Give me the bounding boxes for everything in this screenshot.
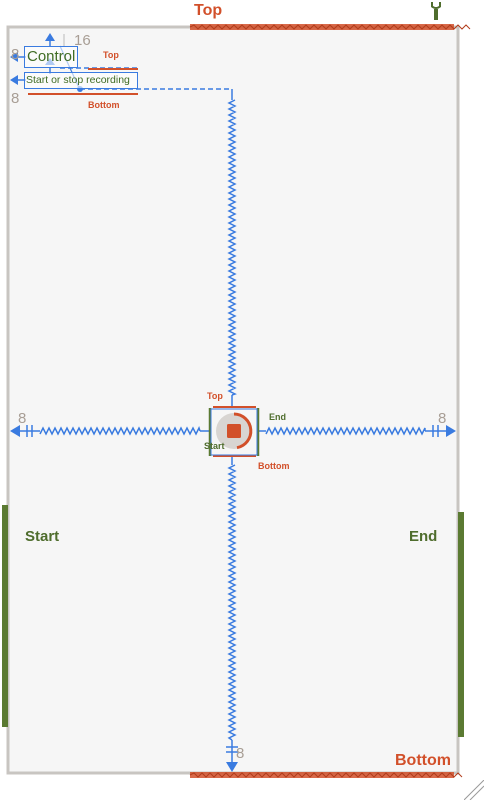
leading-spacing-value: 8: [18, 410, 27, 427]
end-edge-label: End: [409, 528, 438, 545]
bottom-edge-label: Bottom: [395, 752, 451, 769]
title-top-tag: Top: [103, 50, 119, 60]
subtitle-label[interactable]: Start or stop recording: [24, 72, 138, 89]
title-label[interactable]: Control: [24, 46, 79, 68]
right-edge-bar[interactable]: [458, 512, 464, 737]
spacing-left-lower-value: 8: [11, 90, 20, 107]
spacing-left-value: 8: [11, 46, 20, 63]
spacing-top-value: 16: [74, 32, 91, 49]
start-edge-label: Start: [25, 528, 60, 545]
record-bottom-tag: Bottom: [258, 461, 290, 471]
resize-grip-icon[interactable]: [464, 780, 484, 800]
layout-canvas-svg: [2, 24, 471, 778]
record-top-tag: Top: [207, 391, 223, 401]
trailing-spacing-value: 8: [438, 410, 447, 427]
constraint-canvas: Top Bottom Start End Control Start or st…: [0, 0, 484, 800]
subtitle-bottom-tag: Bottom: [88, 100, 120, 110]
record-end-tag: End: [269, 412, 286, 422]
top-edge-label: Top: [194, 2, 223, 19]
bottom-edge-bar[interactable]: [189, 772, 463, 778]
bottom-spacing-value: 8: [236, 745, 245, 762]
record-start-tag: Start: [204, 441, 225, 451]
left-edge-bar[interactable]: [2, 505, 8, 727]
top-edge-bar[interactable]: [189, 24, 471, 30]
wrench-icon[interactable]: [428, 1, 444, 21]
device-frame: [6, 25, 460, 775]
